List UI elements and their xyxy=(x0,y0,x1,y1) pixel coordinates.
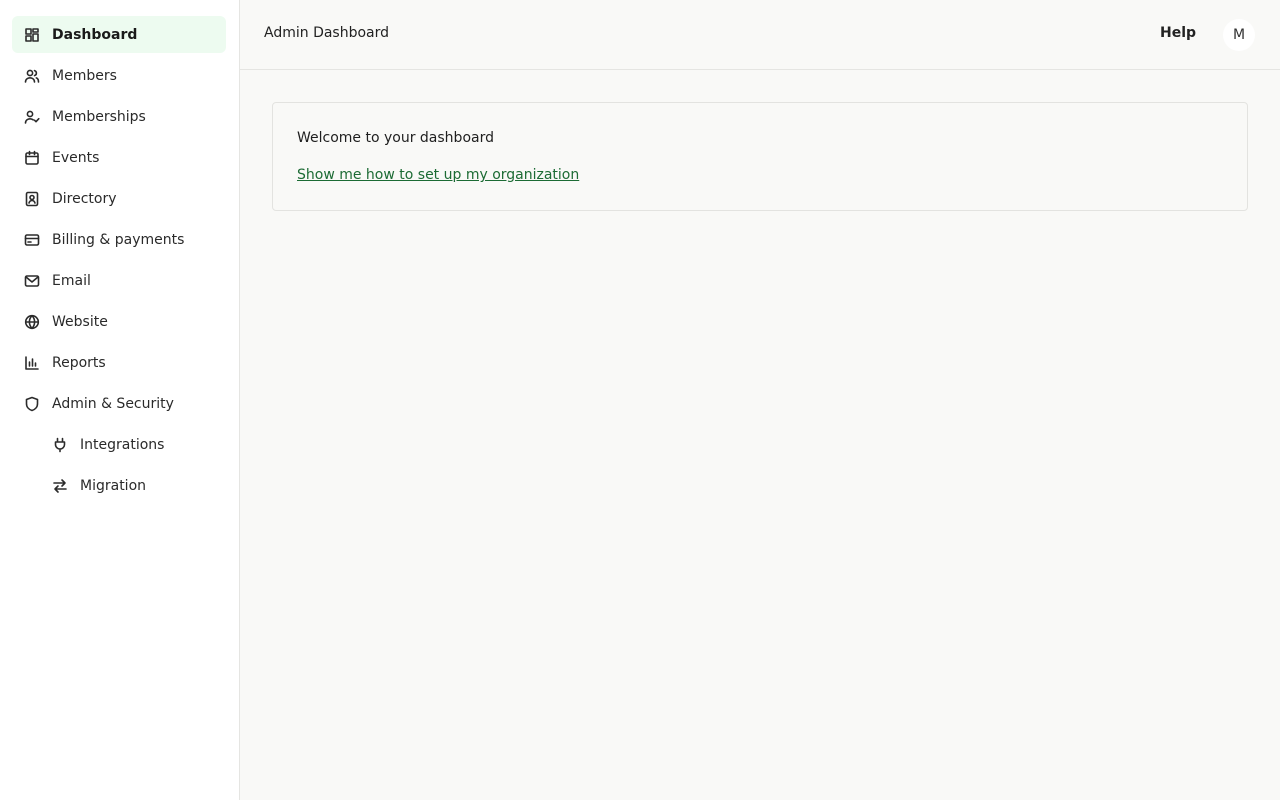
members-icon xyxy=(24,68,40,84)
bar-chart-icon xyxy=(24,355,40,371)
sidebar-item-members[interactable]: Members xyxy=(12,57,226,94)
welcome-card-title: Welcome to your dashboard xyxy=(297,130,494,146)
page-title: Admin Dashboard xyxy=(264,25,390,41)
sidebar-item-label: Dashboard xyxy=(52,26,138,43)
sidebar-item-events[interactable]: Events xyxy=(12,139,226,176)
sidebar-item-label: Migration xyxy=(80,477,147,494)
sidebar-item-reports[interactable]: Reports xyxy=(12,344,226,381)
help-link[interactable]: Help xyxy=(1160,25,1196,41)
sidebar-item-label: Integrations xyxy=(80,436,165,453)
sidebar-item-website[interactable]: Website xyxy=(12,303,226,340)
credit-card-icon xyxy=(24,232,40,248)
sidebar-item-integrations[interactable]: Integrations xyxy=(12,426,226,463)
welcome-card: Welcome to your dashboard Show me how to… xyxy=(272,102,1248,211)
sidebar-item-dashboard[interactable]: Dashboard xyxy=(12,16,226,53)
sidebar-item-label: Billing & payments xyxy=(52,231,185,248)
globe-icon xyxy=(24,314,40,330)
mail-icon xyxy=(24,273,40,289)
sidebar-item-label: Directory xyxy=(52,190,117,207)
sidebar: Dashboard Members Memberships Events Dir… xyxy=(0,0,240,800)
memberships-icon xyxy=(24,109,40,125)
sidebar-item-label: Email xyxy=(52,272,91,289)
sidebar-item-label: Admin & Security xyxy=(52,395,174,412)
directory-icon xyxy=(24,191,40,207)
calendar-icon xyxy=(24,150,40,166)
sidebar-item-label: Memberships xyxy=(52,108,146,125)
sidebar-item-email[interactable]: Email xyxy=(12,262,226,299)
sidebar-item-migration[interactable]: Migration xyxy=(12,467,226,504)
sidebar-item-label: Events xyxy=(52,149,100,166)
sidebar-item-billing[interactable]: Billing & payments xyxy=(12,221,226,258)
sidebar-item-label: Reports xyxy=(52,354,106,371)
sidebar-item-label: Website xyxy=(52,313,108,330)
sidebar-item-memberships[interactable]: Memberships xyxy=(12,98,226,135)
shield-icon xyxy=(24,396,40,412)
setup-organization-link[interactable]: Show me how to set up my organization xyxy=(297,167,579,183)
arrows-swap-icon xyxy=(52,478,68,494)
sidebar-item-label: Members xyxy=(52,67,117,84)
plug-icon xyxy=(52,437,68,453)
avatar[interactable]: M xyxy=(1223,19,1255,51)
top-bar: Admin Dashboard Help M xyxy=(240,0,1280,70)
sidebar-item-admin-security[interactable]: Admin & Security xyxy=(12,385,226,422)
sidebar-item-directory[interactable]: Directory xyxy=(12,180,226,217)
dashboard-icon xyxy=(24,27,40,43)
